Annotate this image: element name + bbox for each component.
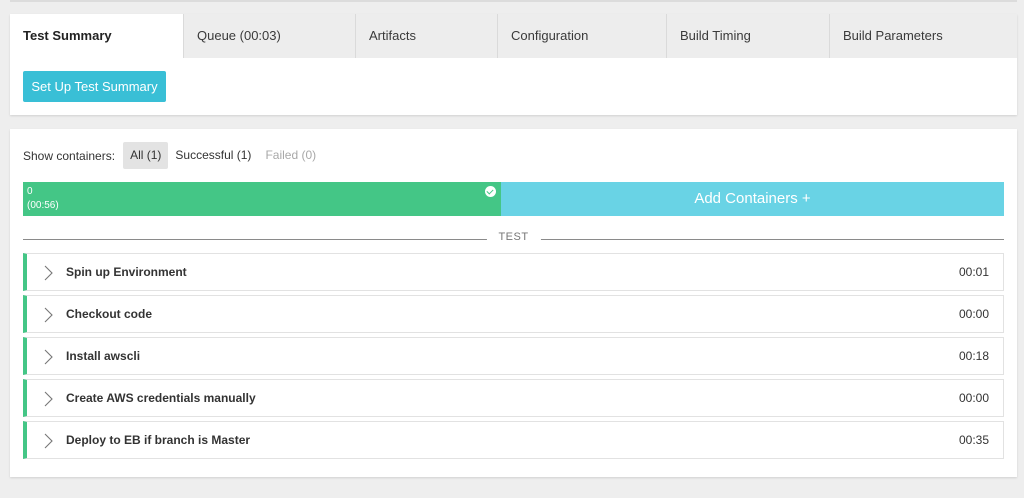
section-divider: TEST [23,231,1004,247]
tab-build-parameters[interactable]: Build Parameters [829,14,1017,58]
step-duration: 00:00 [958,391,989,405]
container-filters: Show containers: All (1) Successful (1) … [23,142,323,169]
set-up-test-summary-button[interactable]: Set Up Test Summary [23,71,166,102]
tab-configuration[interactable]: Configuration [497,14,666,58]
filter-failed[interactable]: Failed (0) [258,142,323,169]
chevron-right-icon [44,307,53,323]
tab-test-summary[interactable]: Test Summary [10,14,183,58]
step-name: Install awscli [66,349,141,363]
tab-build-timing[interactable]: Build Timing [666,14,829,58]
step-row[interactable]: Install awscli 00:18 [23,337,1004,375]
containers-panel: Show containers: All (1) Successful (1) … [10,129,1017,477]
chevron-right-icon [44,265,53,281]
filter-label: Show containers: [23,148,116,163]
container-index: 0 [27,186,33,197]
chevron-right-icon [44,391,53,407]
section-label: TEST [486,231,541,243]
step-name: Deploy to EB if branch is Master [66,433,251,447]
container-duration: (00:56) [27,200,59,211]
add-containers-button[interactable]: Add Containers + [501,182,1004,216]
step-name: Spin up Environment [66,265,187,279]
container-0[interactable]: 0 (00:56) [23,182,501,216]
step-row[interactable]: Deploy to EB if branch is Master 00:35 [23,421,1004,459]
step-row[interactable]: Spin up Environment 00:01 [23,253,1004,291]
chevron-right-icon [44,349,53,365]
tab-bar: Test Summary Queue (00:03) Artifacts Con… [10,14,1017,58]
step-duration: 00:18 [958,349,989,363]
tab-artifacts[interactable]: Artifacts [355,14,497,58]
filter-successful[interactable]: Successful (1) [168,142,258,169]
step-name: Checkout code [66,307,153,321]
step-row[interactable]: Create AWS credentials manually 00:00 [23,379,1004,417]
container-bar: 0 (00:56) Add Containers + [23,182,1004,216]
build-tabs-panel: Test Summary Queue (00:03) Artifacts Con… [10,14,1017,115]
chevron-right-icon [44,433,53,449]
step-name: Create AWS credentials manually [66,391,256,405]
tab-queue[interactable]: Queue (00:03) [183,14,355,58]
step-row[interactable]: Checkout code 00:00 [23,295,1004,333]
step-duration: 00:00 [958,307,989,321]
step-list: Spin up Environment 00:01 Checkout code … [23,253,1004,463]
filter-all[interactable]: All (1) [123,142,169,169]
step-duration: 00:01 [958,265,989,279]
top-edge [10,0,1017,2]
check-circle-icon [485,186,496,197]
step-duration: 00:35 [958,433,989,447]
